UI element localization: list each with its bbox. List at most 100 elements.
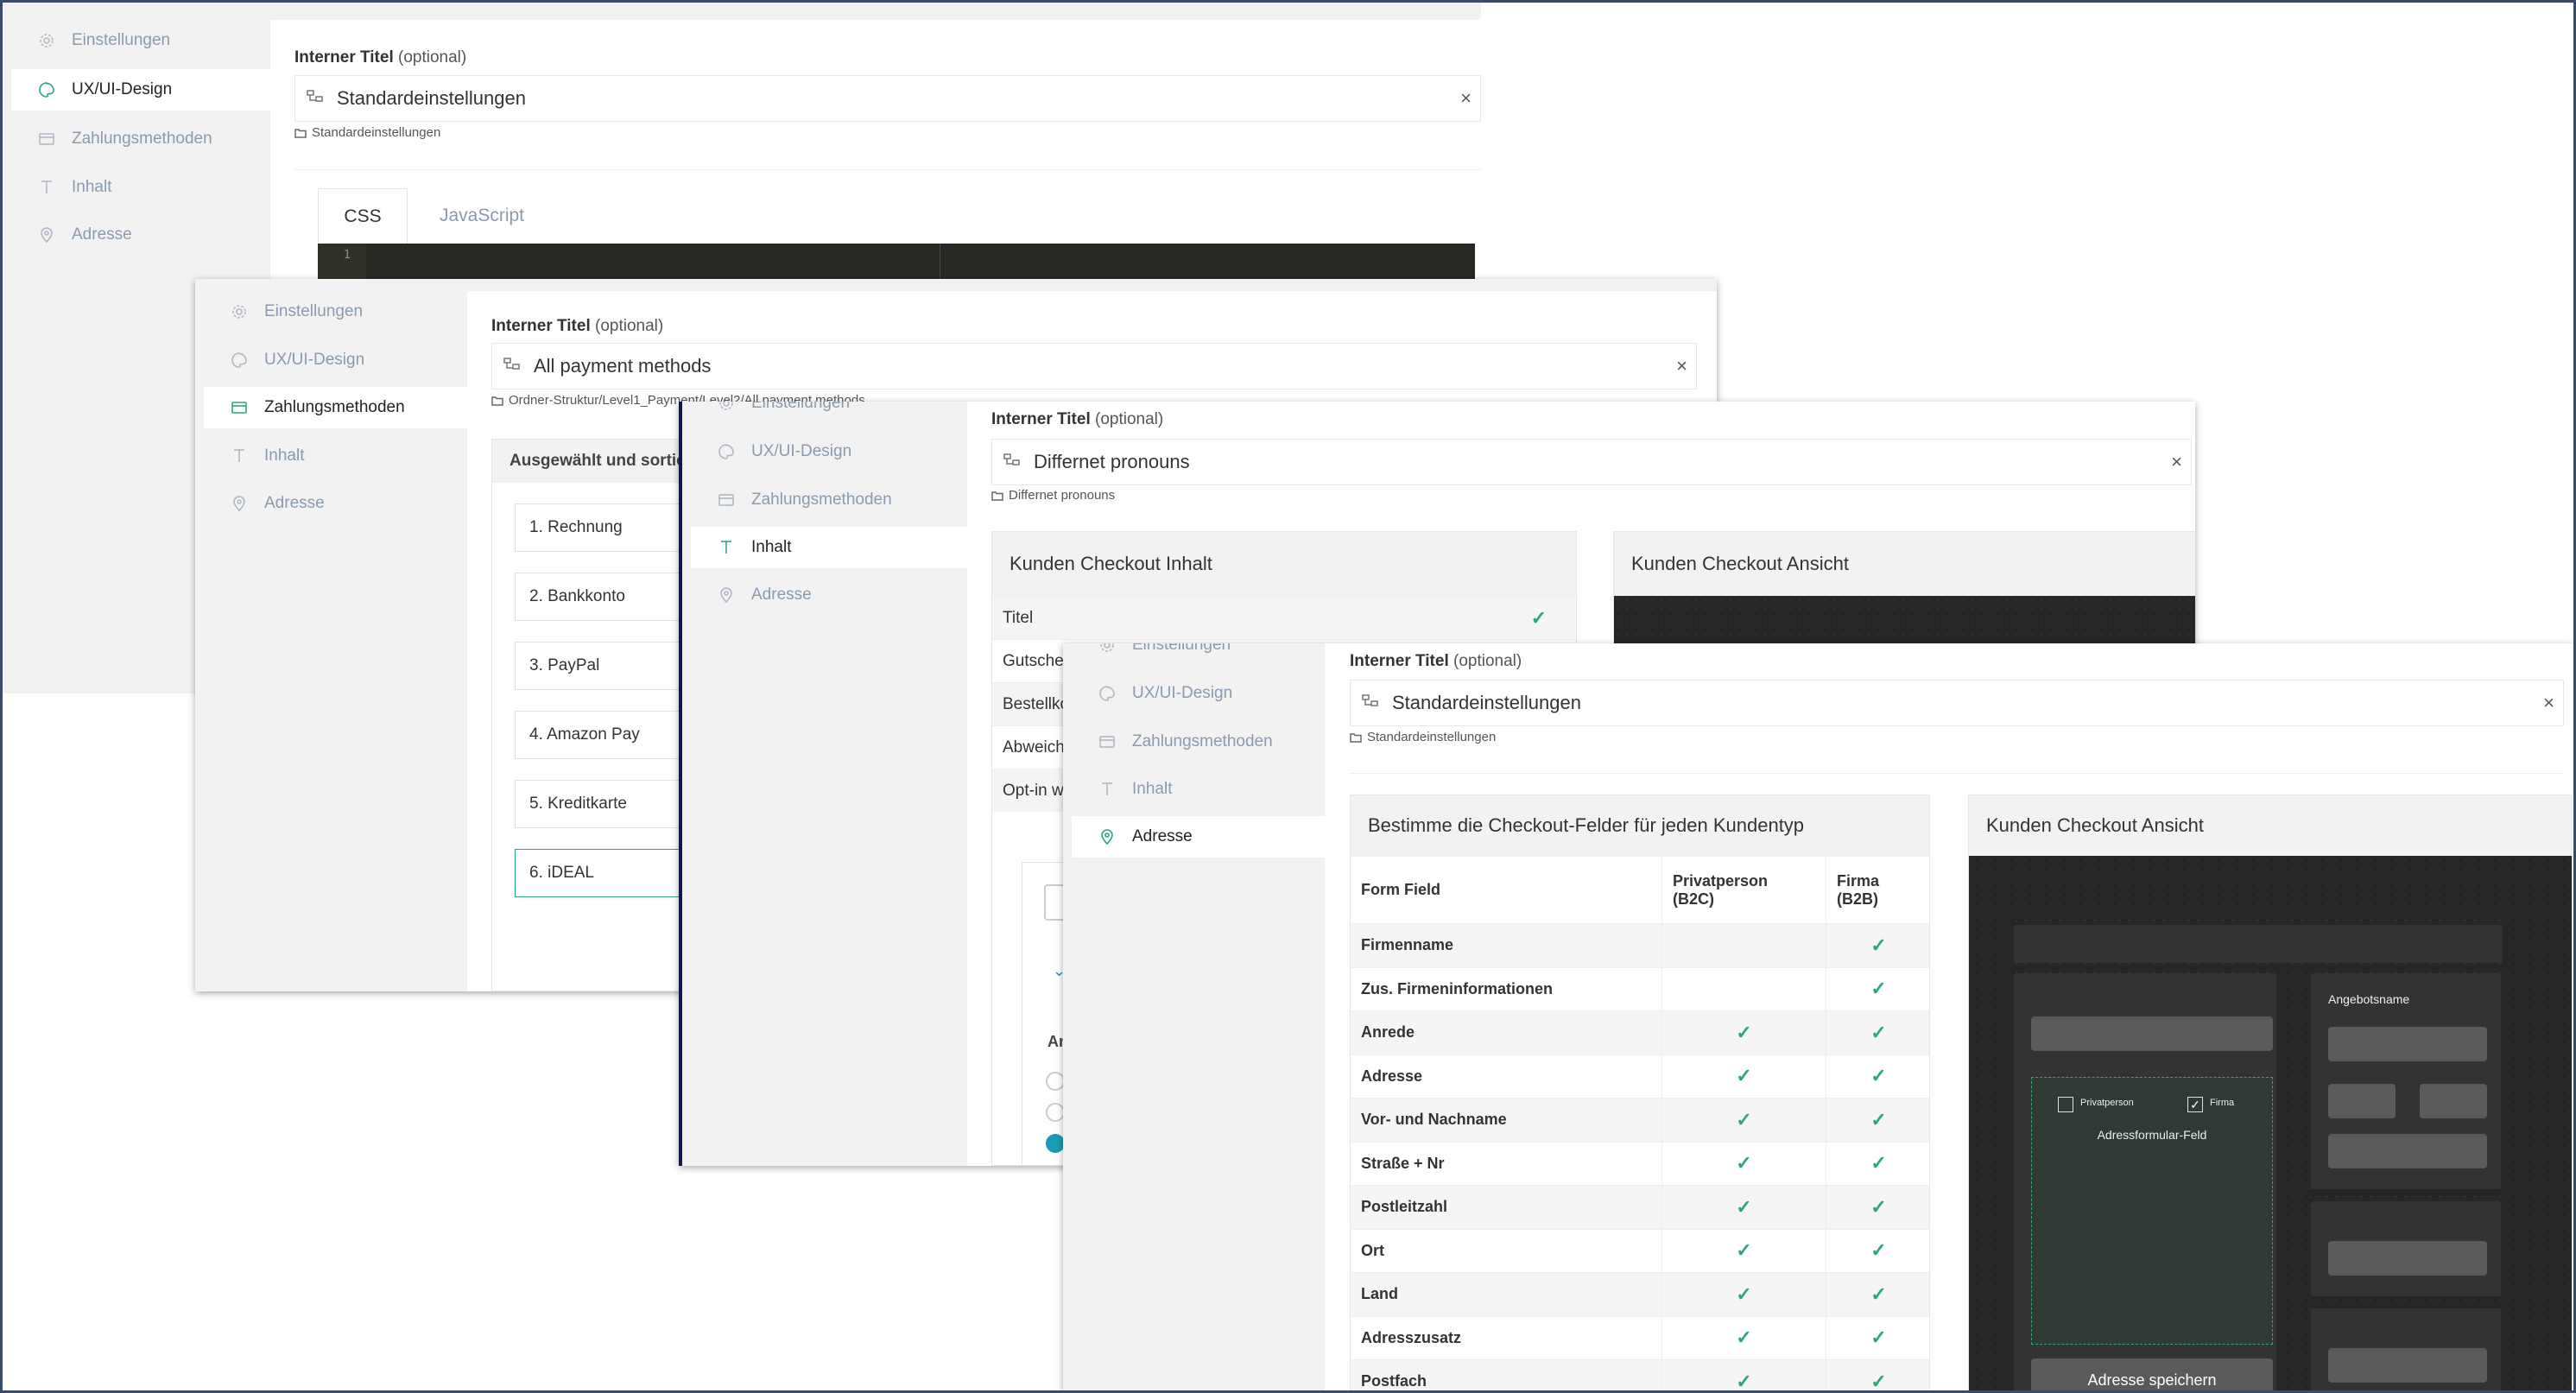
clear-icon[interactable]: × <box>1460 87 1472 110</box>
check-icon: ✓ <box>1530 606 1547 629</box>
field-name: Land <box>1361 1285 1398 1303</box>
sidebar-item-zahlungsmethoden[interactable]: Zahlungsmethoden <box>11 118 270 160</box>
sidebar-item-adresse[interactable]: Adresse <box>11 214 270 256</box>
radio-option-3[interactable] <box>1046 1134 1065 1153</box>
folder-icon <box>991 491 1003 501</box>
folder-tree-icon <box>1003 452 1023 472</box>
b2b-cell[interactable]: ✓ <box>1826 1011 1931 1054</box>
b2c-cell[interactable]: ✓ <box>1661 1054 1826 1098</box>
check-icon: ✓ <box>1736 1195 1752 1218</box>
check-icon: ✓ <box>1736 1108 1752 1130</box>
b2b-cell[interactable]: ✓ <box>1826 924 1931 967</box>
sidebar-item-inhalt[interactable]: Inhalt <box>11 167 270 208</box>
sidebar-item-uxui[interactable]: UX/UI-Design <box>691 431 967 472</box>
checkbox-firma[interactable]: ✓ <box>2187 1097 2203 1112</box>
b2b-cell[interactable]: ✓ <box>1826 1229 1931 1272</box>
sidebar: Einstellungen UX/UI-Design Zahlungsmetho… <box>195 279 467 991</box>
preview-input <box>2328 1084 2396 1118</box>
sidebar-item-inhalt[interactable]: Inhalt <box>1072 769 1325 810</box>
gear-icon <box>37 31 56 50</box>
palette-icon <box>717 442 736 461</box>
credit-card-icon <box>230 398 249 417</box>
text-icon <box>717 538 736 557</box>
check-icon: ✓ <box>1870 978 1887 1000</box>
sidebar-item-inhalt[interactable]: Inhalt <box>691 527 967 568</box>
table-row: Postfach ✓ ✓ <box>1351 1359 1929 1390</box>
table-row: Vor- und Nachname ✓ ✓ <box>1351 1098 1929 1142</box>
preview-input <box>2031 1016 2273 1051</box>
clear-icon[interactable]: × <box>1676 355 1687 377</box>
b2b-cell[interactable]: ✓ <box>1826 1360 1931 1390</box>
clear-icon[interactable]: × <box>2171 451 2182 473</box>
text-icon <box>230 446 249 465</box>
location-pin-icon <box>37 225 56 244</box>
internal-title-value: Standardeinstellungen <box>1392 692 1581 713</box>
b2c-cell[interactable]: ✓ <box>1661 1316 1826 1359</box>
b2c-cell[interactable]: ✓ <box>1661 1273 1826 1316</box>
content-row-titel[interactable]: Titel ✓ <box>992 596 1576 639</box>
b2b-cell[interactable]: ✓ <box>1826 1142 1931 1185</box>
sidebar-item-adresse[interactable]: Adresse <box>204 483 467 524</box>
b2c-cell[interactable]: ✓ <box>1661 1142 1826 1185</box>
b2b-cell[interactable]: ✓ <box>1826 1054 1931 1098</box>
preview-header-bar <box>2014 925 2503 963</box>
check-icon: ✓ <box>1870 1370 1887 1390</box>
top-bar <box>467 279 1717 291</box>
preview-input <box>2420 1084 2487 1118</box>
sidebar-item-zahlungsmethoden[interactable]: Zahlungsmethoden <box>1072 721 1325 763</box>
sidebar-item-label: Adresse <box>1132 827 1193 845</box>
field-name: Straße + Nr <box>1361 1154 1445 1172</box>
b2b-cell[interactable]: ✓ <box>1826 1316 1931 1359</box>
sidebar-item-inhalt[interactable]: Inhalt <box>204 435 467 477</box>
save-address-button[interactable]: Adresse speichern <box>2031 1358 2273 1390</box>
b2c-cell[interactable]: ✓ <box>1661 1186 1826 1229</box>
folder-path: Differnet pronouns <box>991 488 1115 503</box>
b2c-cell[interactable] <box>1661 924 1826 967</box>
b2c-cell[interactable]: ✓ <box>1661 1011 1826 1054</box>
tab-javascript[interactable]: JavaScript <box>413 188 551 244</box>
sidebar-item-zahlungsmethoden[interactable]: Zahlungsmethoden <box>204 387 467 428</box>
table-row: Adresse ✓ ✓ <box>1351 1054 1931 1098</box>
text-icon <box>37 178 56 197</box>
radio-option-2[interactable] <box>1046 1103 1065 1122</box>
sidebar-item-adresse[interactable]: Adresse <box>691 574 967 616</box>
table-row: Straße + Nr ✓ ✓ <box>1351 1141 1931 1185</box>
sidebar-item-label: Inhalt <box>72 178 112 196</box>
checkout-preview: Privatperson ✓ Firma Adressformular-Feld… <box>1969 856 2572 1390</box>
clear-icon[interactable]: × <box>2543 692 2554 714</box>
sidebar-item-adresse[interactable]: Adresse <box>1072 816 1325 858</box>
check-icon: ✓ <box>1870 1282 1887 1305</box>
internal-title-input[interactable]: Differnet pronouns × <box>991 439 2192 485</box>
sidebar-item-einstellungen[interactable]: Einstellungen <box>11 20 270 61</box>
tab-css[interactable]: CSS <box>318 188 408 244</box>
check-icon: ✓ <box>1870 1108 1887 1130</box>
sidebar-item-zahlungsmethoden[interactable]: Zahlungsmethoden <box>691 479 967 521</box>
internal-title-input[interactable]: Standardeinstellungen × <box>1350 680 2564 726</box>
checkbox-privatperson[interactable] <box>2058 1097 2073 1112</box>
b2c-cell[interactable]: ✓ <box>1661 1229 1826 1272</box>
b2b-cell[interactable]: ✓ <box>1826 1273 1931 1316</box>
sidebar-item-einstellungen[interactable]: Einstellungen <box>204 291 467 332</box>
b2c-cell[interactable]: ✓ <box>1661 1360 1826 1390</box>
radio-option-1[interactable] <box>1046 1072 1065 1091</box>
check-icon: ✓ <box>1870 1239 1887 1262</box>
b2b-cell[interactable]: ✓ <box>1826 967 1931 1010</box>
internal-title-value: All payment methods <box>534 355 712 377</box>
b2b-cell[interactable]: ✓ <box>1826 1186 1931 1229</box>
internal-title-input[interactable]: All payment methods × <box>491 343 1697 389</box>
sidebar-item-uxui[interactable]: UX/UI-Design <box>1072 673 1325 714</box>
table-row: Ort ✓ ✓ <box>1351 1228 1931 1272</box>
b2c-cell[interactable] <box>1661 967 1826 1010</box>
sidebar-item-label: Zahlungsmethoden <box>264 398 405 416</box>
b2c-cell[interactable]: ✓ <box>1661 1099 1826 1142</box>
sidebar-item-label: Adresse <box>72 225 132 244</box>
folder-path: Standardeinstellungen <box>294 125 440 140</box>
sidebar-item-uxui[interactable]: UX/UI-Design <box>11 69 270 111</box>
internal-title-input[interactable]: Standardeinstellungen × <box>294 75 1481 122</box>
sidebar-item-label: Zahlungsmethoden <box>72 130 212 148</box>
field-name: Ort <box>1361 1241 1384 1259</box>
sidebar-item-einstellungen[interactable]: Einstellungen <box>691 402 967 424</box>
b2b-cell[interactable]: ✓ <box>1826 1099 1931 1142</box>
sidebar-item-einstellungen[interactable]: Einstellungen <box>1072 643 1325 666</box>
sidebar-item-uxui[interactable]: UX/UI-Design <box>204 339 467 381</box>
